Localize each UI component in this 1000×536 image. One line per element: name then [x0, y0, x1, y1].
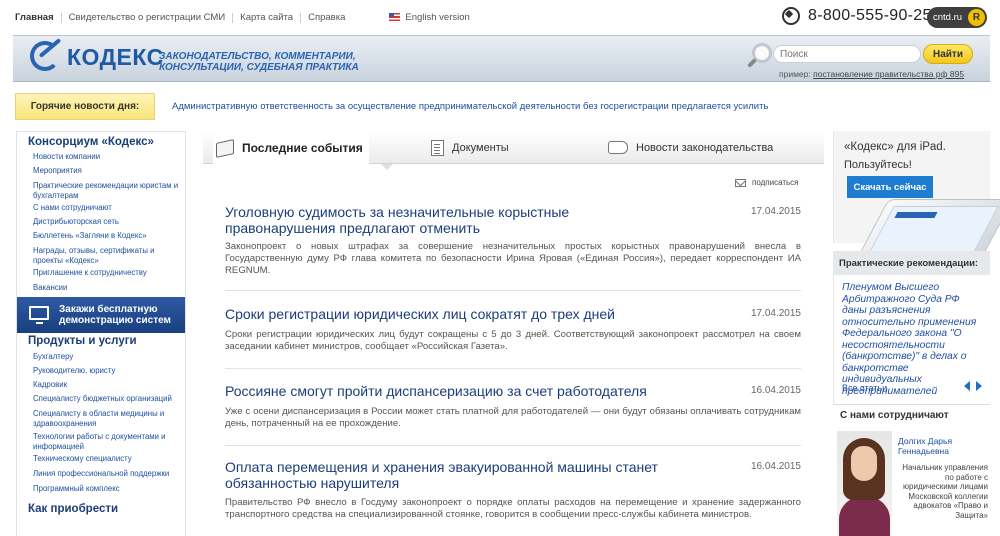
toplink-help[interactable]: Справка: [300, 13, 352, 23]
envelope-icon: [735, 178, 746, 187]
staff-photo: [837, 431, 892, 536]
search-button[interactable]: Найти: [923, 44, 973, 64]
news-date: 16.04.2015: [750, 461, 801, 472]
nav-link-support-line[interactable]: Линия профессиональной поддержки: [33, 469, 183, 479]
news-title[interactable]: Сроки регистрации юридических лиц сократ…: [225, 306, 705, 322]
search-input[interactable]: [773, 45, 921, 63]
hot-news-bar: Горячие новости дня: Административную от…: [15, 93, 990, 120]
news-body: Правительство РФ внесло в Госдуму законо…: [225, 497, 801, 520]
nav-link-company-news[interactable]: Новости компании: [33, 152, 183, 162]
nav-link-software[interactable]: Программный комплекс: [33, 484, 183, 494]
nav-link-technical[interactable]: Техническому специалисту: [33, 454, 183, 464]
kodeks-logo-icon: [27, 38, 65, 74]
search-example-prefix: пример:: [779, 69, 814, 79]
products-title[interactable]: Продукты и услуги: [28, 335, 137, 347]
news-date: 17.04.2015: [750, 308, 801, 319]
news-date: 16.04.2015: [750, 385, 801, 396]
news-divider: [225, 290, 801, 291]
phone-icon: [782, 7, 800, 25]
news-body: Законопроект о новых штрафах за совершен…: [225, 241, 801, 276]
header-band: КОДЕКС ЗАКОНОДАТЕЛЬСТВО, КОММЕНТАРИИ, КО…: [13, 35, 990, 82]
uk-flag-icon: [389, 13, 401, 21]
tab-latest-events[interactable]: Последние события: [213, 131, 369, 165]
toplink-home[interactable]: Главная: [15, 13, 61, 23]
left-sidebar: Консорциум «Кодекс» Новости компании Мер…: [16, 131, 186, 536]
nav-link-manager-lawyer[interactable]: Руководителю, юристу: [33, 366, 183, 376]
tab-latest-events-label: Последние события: [242, 141, 363, 155]
tab-documents-label: Документы: [452, 141, 509, 154]
tab-legislation-news[interactable]: Новости законодательства: [608, 131, 773, 164]
nav-link-medicine[interactable]: Специалисту в области медицины и здравоо…: [33, 409, 183, 428]
news-body: Уже с осени диспансеризация в России мож…: [225, 406, 801, 429]
tab-legislation-news-label: Новости законодательства: [636, 141, 774, 154]
nav-link-partners[interactable]: С нами сотрудничают: [33, 203, 183, 213]
ipad-title: «Кодекс» для iPad.: [844, 141, 946, 153]
consortium-title[interactable]: Консорциум «Кодекс»: [28, 136, 154, 148]
ipad-promo: «Кодекс» для iPad. Пользуйтесь! Скачать …: [833, 131, 1000, 261]
search-example: пример: постановление правительства рф 8…: [779, 69, 964, 79]
recommendation-link[interactable]: Пленумом Высшего Арбитражного Суда РФ да…: [842, 282, 982, 397]
top-links: Главная Свидетельство о регистрации СМИ …: [15, 13, 477, 23]
nav-link-awards[interactable]: Награды, отзывы, сертификаты и проекты «…: [33, 246, 183, 265]
english-version-label: English version: [405, 12, 470, 23]
ipad-subtitle: Пользуйтесь!: [844, 159, 912, 171]
news-body: Сроки регистрации юридических лиц будут …: [225, 329, 801, 352]
toplink-certificate[interactable]: Свидетельство о регистрации СМИ: [60, 13, 233, 23]
logo-text: КОДЕКС: [67, 43, 164, 70]
nav-link-accountant[interactable]: Бухгалтеру: [33, 352, 183, 362]
english-version-link[interactable]: English version: [382, 13, 476, 23]
active-tab-pointer: [381, 164, 393, 170]
nav-link-bulletin[interactable]: Бюллетень «Загляни в Кодекс»: [33, 231, 183, 241]
subscribe-link[interactable]: подписаться: [735, 178, 799, 187]
toplink-sitemap[interactable]: Карта сайта: [232, 13, 300, 23]
nav-link-hr[interactable]: Кадровик: [33, 380, 183, 390]
recommendations-heading: Практические рекомендации:: [833, 251, 990, 275]
nav-link-practical-recommendations[interactable]: Практические рекомендации юристам и бухг…: [33, 181, 183, 200]
next-arrow-icon[interactable]: [976, 381, 982, 391]
nav-link-events[interactable]: Мероприятия: [33, 166, 183, 176]
cntd-r-icon: R: [968, 9, 985, 26]
news-title[interactable]: Уголовную судимость за незначительные ко…: [225, 204, 665, 236]
news-title[interactable]: Оплата перемещения и хранения эвакуирова…: [225, 459, 665, 491]
news-divider: [225, 368, 801, 369]
news-date: 17.04.2015: [750, 206, 801, 217]
hot-news-link[interactable]: Административную ответственность за осущ…: [172, 101, 768, 112]
recommendations-box: Пленумом Высшего Арбитражного Суда РФ да…: [833, 275, 990, 405]
cntd-badge[interactable]: cntd.ru R: [927, 7, 987, 28]
slogan: ЗАКОНОДАТЕЛЬСТВО, КОММЕНТАРИИ, КОНСУЛЬТА…: [159, 51, 359, 73]
phone-block: 8-800-555-90-25: [782, 7, 932, 25]
cntd-label: cntd.ru: [933, 12, 963, 23]
kodeks-logo[interactable]: КОДЕКС: [27, 38, 164, 74]
news-tabs: Последние события Документы Новости зако…: [203, 131, 824, 165]
all-articles-link[interactable]: Все статьи: [842, 383, 887, 393]
search-example-link[interactable]: постановление правительства рф 895: [813, 69, 964, 79]
book-icon: [216, 138, 234, 158]
download-now-button[interactable]: Скачать сейчас: [847, 176, 933, 198]
nav-link-cooperation[interactable]: Приглашение к сотрудничеству: [33, 268, 183, 278]
slogan-line-1: ЗАКОНОДАТЕЛЬСТВО, КОММЕНТАРИИ,: [159, 51, 356, 62]
hot-news-label: Горячие новости дня:: [15, 93, 155, 120]
staff-description: Начальник управления по работе с юридиче…: [902, 463, 988, 520]
nav-link-documents-tech[interactable]: Технологии работы с документами и информ…: [33, 432, 183, 451]
partners-heading: С нами сотрудничают: [833, 404, 990, 426]
tab-documents[interactable]: Документы: [431, 131, 509, 164]
how-to-buy-title[interactable]: Как приобрести: [28, 503, 118, 515]
news-title[interactable]: Россияне смогут пройти диспансеризацию з…: [225, 383, 705, 399]
slogan-line-2: КОНСУЛЬТАЦИИ, СУДЕБНАЯ ПРАКТИКА: [159, 62, 359, 73]
free-demo-label: Закажи бесплатную демонстрацию систем: [59, 304, 171, 326]
nav-link-distributors[interactable]: Дистрибьюторская сеть: [33, 217, 183, 227]
monitor-icon: [29, 306, 49, 324]
previous-arrow-icon[interactable]: [964, 381, 970, 391]
nav-link-vacancies[interactable]: Вакансии: [33, 283, 183, 293]
nav-link-budget[interactable]: Специалисту бюджетных организаций: [33, 394, 183, 404]
search-icon-handle: [747, 58, 757, 68]
phone-number: 8-800-555-90-25: [808, 7, 932, 24]
staff-name[interactable]: Долгих Дарья Геннадьевна: [898, 436, 988, 456]
free-demo-banner[interactable]: Закажи бесплатную демонстрацию систем: [17, 297, 185, 333]
document-icon: [431, 139, 444, 156]
news-divider: [225, 445, 801, 446]
subscribe-label: подписаться: [752, 178, 799, 187]
scroll-icon: [608, 141, 628, 154]
